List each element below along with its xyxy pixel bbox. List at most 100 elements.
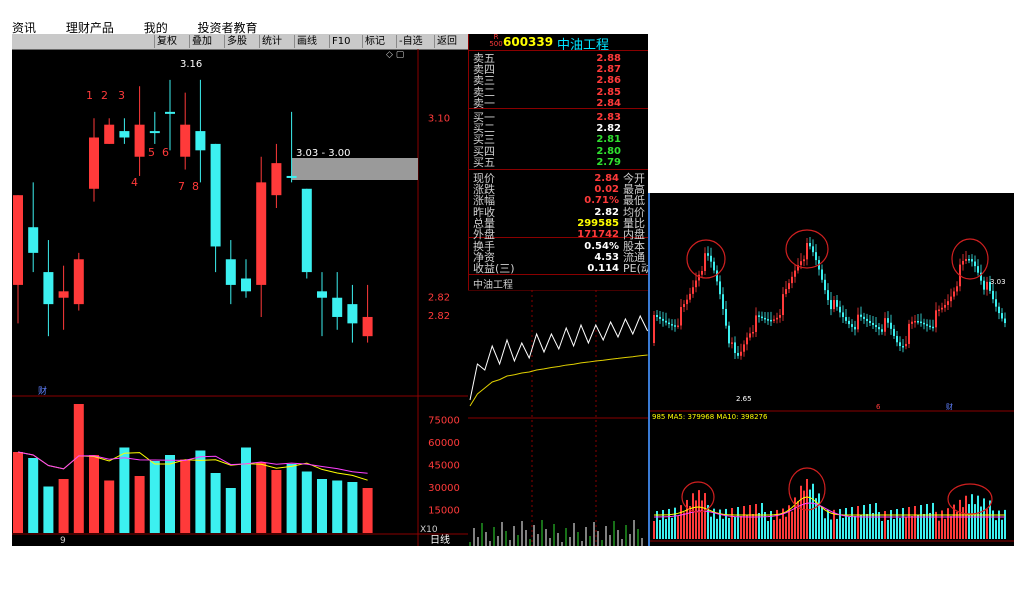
volume-bar bbox=[134, 476, 145, 533]
inset-candle bbox=[857, 314, 859, 330]
period-label[interactable]: 日线 bbox=[430, 533, 450, 546]
toolbar-f10-button[interactable]: F10 bbox=[329, 35, 352, 48]
candle-body bbox=[119, 131, 130, 138]
inset-month-tick: 6 bbox=[876, 403, 881, 411]
inset-volume-bar bbox=[842, 517, 844, 539]
volume-bar bbox=[180, 459, 191, 533]
stat-row-value: 2.84 bbox=[594, 173, 619, 184]
inset-candle bbox=[932, 326, 934, 329]
volume-bar bbox=[225, 488, 236, 533]
chart-settings-icon[interactable]: ◇ ▢ bbox=[386, 50, 404, 60]
inset-candle bbox=[848, 320, 850, 325]
inset-volume-bar bbox=[710, 516, 712, 539]
toolbar-back-button[interactable]: 返回 bbox=[434, 35, 459, 48]
finance-row: 收益(三) 0.114 PE(动) bbox=[473, 263, 648, 274]
kline-chart[interactable]: ◇ ▢ 3.10 2.82 75000 60000 45000 30000 15000 3… bbox=[12, 49, 468, 546]
inset-candle bbox=[962, 260, 964, 265]
candle-body bbox=[347, 304, 358, 324]
inset-candle bbox=[710, 255, 712, 262]
candle-body bbox=[256, 182, 267, 285]
volume-group bbox=[13, 404, 373, 533]
inset-volume-bar bbox=[818, 493, 820, 539]
stat-row: 外盘 171742 内盘 bbox=[473, 229, 648, 240]
inset-candle bbox=[941, 307, 943, 310]
inset-volume-bar bbox=[821, 506, 823, 539]
inset-candle bbox=[908, 323, 910, 344]
menu-item-products[interactable]: 理财产品 bbox=[66, 22, 114, 34]
inset-candle bbox=[725, 308, 727, 326]
inset-volume-bar bbox=[674, 507, 676, 539]
volume-bar bbox=[43, 486, 54, 533]
inset-candle bbox=[695, 280, 697, 288]
toolbar-mark-button[interactable]: 标记 bbox=[362, 35, 387, 48]
inset-volume-bar bbox=[920, 504, 922, 539]
stat-row: 现价 2.84 今开 bbox=[473, 173, 648, 184]
inset-volume-bar bbox=[701, 500, 703, 539]
inset-volume-bar bbox=[935, 511, 937, 539]
menu-item-mine[interactable]: 我的 bbox=[144, 22, 168, 34]
volume-tick-label: 30000 bbox=[428, 483, 460, 494]
inset-candle bbox=[770, 319, 772, 322]
inset-candle bbox=[869, 320, 871, 323]
inset-candle bbox=[707, 253, 709, 256]
inset-volume-bar bbox=[752, 514, 754, 539]
inset-volume-bar bbox=[986, 509, 988, 539]
bid-row-label: 买三 bbox=[473, 133, 495, 147]
toolbar-stats-button[interactable]: 统计 bbox=[259, 35, 284, 48]
toolbar-overlay-button[interactable]: 叠加 bbox=[189, 35, 214, 48]
inset-candle bbox=[788, 283, 790, 290]
inset-candle bbox=[677, 325, 679, 327]
range-price-label: 3.03 - 3.00 bbox=[296, 148, 351, 159]
volume-tick-label: 60000 bbox=[428, 438, 460, 449]
inset-volume-bar bbox=[785, 516, 787, 539]
inset-volume-bar bbox=[866, 514, 868, 539]
volume-bar bbox=[271, 470, 282, 533]
inset-candle bbox=[890, 322, 892, 329]
price-range-box bbox=[292, 158, 418, 180]
bid-row: 买四 2.80 bbox=[473, 146, 648, 157]
stat-row-label: 外盘 bbox=[473, 228, 495, 241]
candle-body bbox=[301, 188, 312, 273]
stat-row-tail: 均价 bbox=[623, 205, 645, 219]
stat-row: 总量 299585 量比 bbox=[473, 218, 648, 229]
toolbar-draw-line-button[interactable]: 画线 bbox=[294, 35, 319, 48]
inset-candle bbox=[911, 321, 913, 324]
annotation-6: 6 bbox=[162, 146, 169, 159]
volume-bar bbox=[347, 482, 358, 533]
inset-candle bbox=[827, 290, 829, 301]
inset-candle bbox=[653, 314, 655, 343]
inset-volume-bar bbox=[968, 504, 970, 539]
inset-candle bbox=[935, 310, 937, 328]
inset-candle bbox=[953, 291, 955, 297]
inset-volume-bar bbox=[923, 513, 925, 539]
candle-body bbox=[195, 131, 206, 151]
menu-item-news[interactable]: 资讯 bbox=[12, 22, 36, 34]
volume-bar bbox=[73, 404, 84, 533]
inset-candle bbox=[923, 322, 925, 325]
bid-row: 买一 2.83 bbox=[473, 112, 648, 123]
menu-item-education[interactable]: 投资者教育 bbox=[198, 22, 258, 34]
toolbar-restore-rights-button[interactable]: 复权 bbox=[154, 35, 179, 48]
intraday-chart[interactable] bbox=[468, 290, 648, 546]
candle-body bbox=[271, 163, 282, 196]
inset-candle bbox=[671, 324, 673, 326]
inset-volume-bar bbox=[659, 519, 661, 539]
inset-volume-bar bbox=[974, 504, 976, 539]
inset-candle bbox=[665, 320, 667, 323]
inset-volume-bar bbox=[908, 507, 910, 539]
stat-row: 昨收 2.82 均价 bbox=[473, 207, 648, 218]
price-axis: 3.10 2.82 bbox=[428, 113, 450, 303]
inset-volume-bar bbox=[875, 503, 877, 539]
candle-body bbox=[241, 278, 251, 292]
inset-candle bbox=[716, 270, 718, 282]
stat-row-value: 2.82 bbox=[594, 206, 619, 218]
inset-volume-bar bbox=[812, 483, 814, 539]
inset-candle bbox=[896, 335, 898, 343]
bid-row-value: 2.81 bbox=[596, 134, 621, 146]
inset-volume-bar bbox=[860, 515, 862, 539]
volume-bar bbox=[317, 479, 327, 533]
toolbar-multi-stock-button[interactable]: 多股 bbox=[224, 35, 249, 48]
toolbar-remove-watchlist-button[interactable]: -自选 bbox=[396, 35, 425, 48]
inset-volume-bar bbox=[692, 493, 694, 539]
inset-volume-bar bbox=[887, 520, 889, 539]
